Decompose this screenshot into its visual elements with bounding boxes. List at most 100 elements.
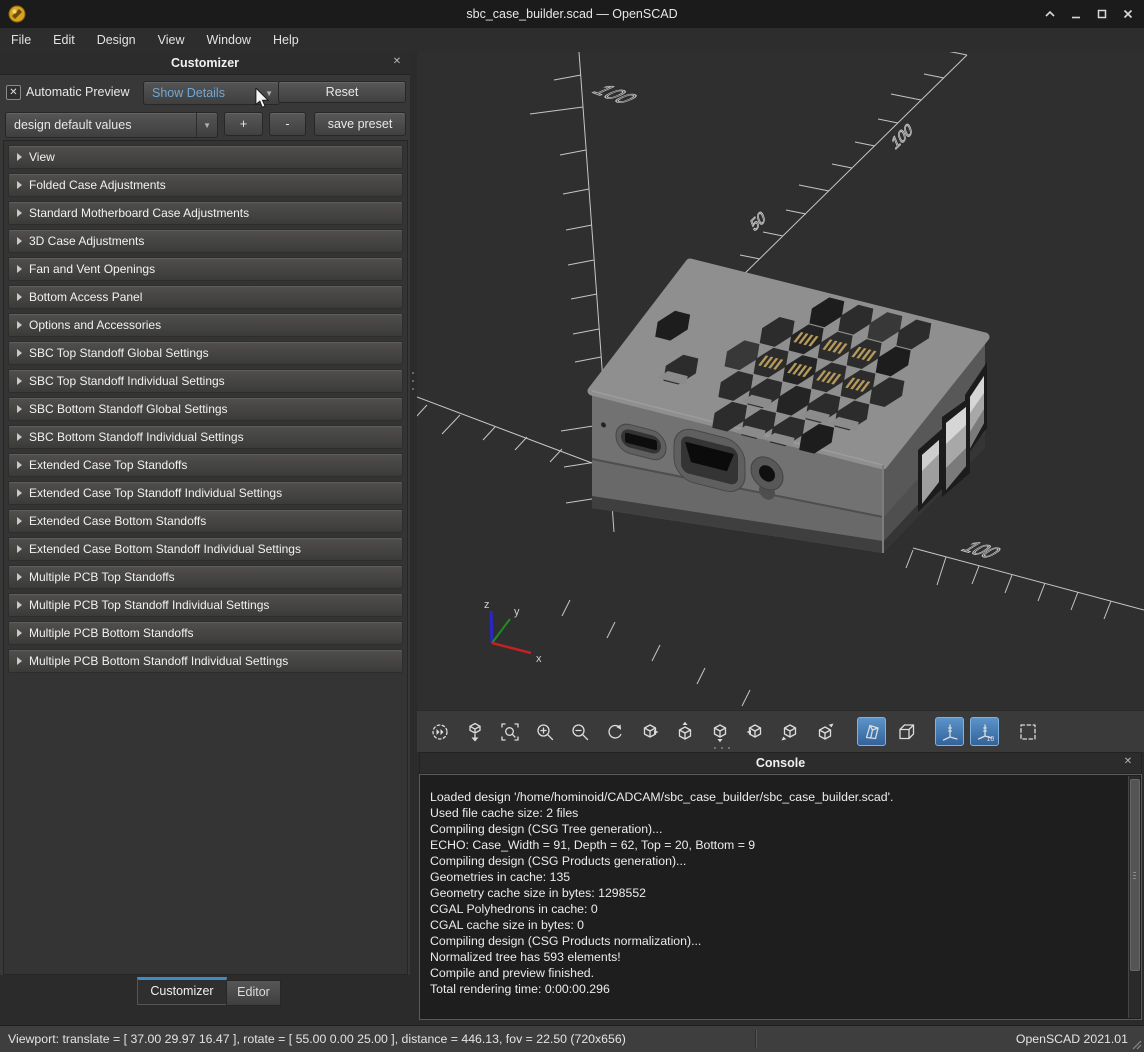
reset-button[interactable]: Reset [278, 81, 406, 103]
section-extended-case-bottom-standoff-individual[interactable]: Extended Case Bottom Standoff Individual… [8, 537, 403, 561]
viewport-toolbar: 10 [417, 710, 1144, 752]
view-left-button[interactable] [740, 717, 769, 746]
title-bar[interactable]: sbc_case_builder.scad — OpenSCAD [0, 0, 1144, 29]
menu-design[interactable]: Design [86, 28, 147, 52]
console-line: Used file cache size: 2 files [430, 805, 1119, 821]
section-extended-case-top-standoffs[interactable]: Extended Case Top Standoffs [8, 453, 403, 477]
view-all-bounds-button[interactable] [1013, 717, 1042, 746]
section-options-and-accessories[interactable]: Options and Accessories [8, 313, 403, 337]
reset-view-button[interactable] [460, 717, 489, 746]
expand-arrow-icon [17, 265, 22, 273]
console-close-icon[interactable]: ✕ [1121, 755, 1135, 769]
section-3d-case-adjustments[interactable]: 3D Case Adjustments [8, 229, 403, 253]
shade-window-icon[interactable] [1044, 8, 1056, 20]
expand-arrow-icon [17, 209, 22, 217]
zoom-out-button[interactable] [565, 717, 594, 746]
ruler-label-z: 100 [586, 82, 646, 107]
ruler-label-y-mid: 50 [749, 208, 768, 236]
view-all-button[interactable] [425, 717, 454, 746]
status-separator [755, 1030, 757, 1048]
section-multiple-pcb-bottom-standoffs[interactable]: Multiple PCB Bottom Standoffs [8, 621, 403, 645]
expand-arrow-icon [17, 237, 22, 245]
tab-customizer[interactable]: Customizer [137, 977, 227, 1005]
expand-arrow-icon [17, 517, 22, 525]
show-scale-markers-icon: 10 [974, 721, 996, 743]
window-title: sbc_case_builder.scad — OpenSCAD [0, 0, 1144, 28]
section-sbc-top-standoff-global[interactable]: SBC Top Standoff Global Settings [8, 341, 403, 365]
view-right-button[interactable] [635, 717, 664, 746]
expand-arrow-icon [17, 545, 22, 553]
section-sbc-top-standoff-individual[interactable]: SBC Top Standoff Individual Settings [8, 369, 403, 393]
orthogonal-view-icon [896, 721, 918, 743]
section-sbc-bottom-standoff-individual[interactable]: SBC Bottom Standoff Individual Settings [8, 425, 403, 449]
view-front-icon [779, 721, 801, 743]
section-sbc-bottom-standoff-global[interactable]: SBC Bottom Standoff Global Settings [8, 397, 403, 421]
console-line: Compiling design (CSG Products generatio… [430, 853, 1119, 869]
3d-viewport[interactable]: 100 100 50 100 [417, 52, 1144, 710]
zoom-selection-button[interactable] [495, 717, 524, 746]
close-window-icon[interactable] [1122, 8, 1134, 20]
add-preset-button[interactable]: + [224, 112, 263, 136]
console-line: Compile and preview finished. [430, 965, 1119, 981]
section-bottom-access-panel[interactable]: Bottom Access Panel [8, 285, 403, 309]
menu-help[interactable]: Help [262, 28, 310, 52]
section-extended-case-bottom-standoffs[interactable]: Extended Case Bottom Standoffs [8, 509, 403, 533]
menu-edit[interactable]: Edit [42, 28, 86, 52]
show-crosshairs-button[interactable] [935, 717, 964, 746]
section-folded-case-adjustments[interactable]: Folded Case Adjustments [8, 173, 403, 197]
show-scale-markers-button[interactable]: 10 [970, 717, 999, 746]
menu-bar: File Edit Design View Window Help [0, 28, 1144, 53]
section-fan-and-vent-openings[interactable]: Fan and Vent Openings [8, 257, 403, 281]
customizer-header: Customizer ✕ [0, 52, 410, 75]
minimize-window-icon[interactable] [1070, 8, 1082, 20]
3d-scene: 100 100 50 100 [417, 52, 1144, 710]
axis-z-label: z [484, 599, 490, 611]
console-scrollbar[interactable] [1128, 776, 1140, 1018]
expand-arrow-icon [17, 573, 22, 581]
resize-grip[interactable] [1130, 1038, 1142, 1050]
view-bottom-button[interactable] [705, 717, 734, 746]
section-multiple-pcb-top-standoff-individual[interactable]: Multiple PCB Top Standoff Individual Set… [8, 593, 403, 617]
view-top-button[interactable] [670, 717, 699, 746]
automatic-preview-checkbox[interactable]: ✕ [6, 85, 21, 100]
save-preset-button[interactable]: save preset [314, 112, 406, 136]
console-header[interactable]: Console ✕ [419, 752, 1142, 774]
preset-dropdown[interactable]: design default values ▼ [5, 112, 218, 138]
console-title: Console [420, 753, 1141, 775]
zoom-in-icon [534, 721, 556, 743]
openscad-window: sbc_case_builder.scad — OpenSCAD File Ed… [0, 0, 1144, 1052]
axis-y-label: y [514, 606, 520, 618]
svg-text:10: 10 [986, 736, 994, 743]
console-scrollbar-thumb[interactable] [1130, 779, 1140, 971]
customizer-close-icon[interactable]: ✕ [390, 55, 404, 69]
panel-splitter[interactable] [410, 52, 417, 1025]
console-log[interactable]: Loaded design '/home/hominoid/CADCAM/sbc… [419, 774, 1142, 1020]
menu-file[interactable]: File [0, 28, 42, 52]
tab-editor[interactable]: Editor [226, 980, 281, 1006]
section-standard-motherboard-case-adjustments[interactable]: Standard Motherboard Case Adjustments [8, 201, 403, 225]
section-multiple-pcb-top-standoffs[interactable]: Multiple PCB Top Standoffs [8, 565, 403, 589]
menu-window[interactable]: Window [196, 28, 262, 52]
show-details-value: Show Details [152, 86, 225, 100]
axis-indicator: z y x [484, 599, 542, 665]
show-crosshairs-icon [939, 721, 961, 743]
view-back-button[interactable] [810, 717, 839, 746]
view-right-icon [639, 721, 661, 743]
console-splitter-grip[interactable] [714, 747, 730, 749]
remove-preset-button[interactable]: - [269, 112, 306, 136]
perspective-view-button[interactable] [857, 717, 886, 746]
expand-arrow-icon [17, 657, 22, 665]
view-front-button[interactable] [775, 717, 804, 746]
zoom-in-button[interactable] [530, 717, 559, 746]
reset-rotation-button[interactable] [600, 717, 629, 746]
section-view[interactable]: View [8, 145, 403, 169]
zoom-selection-icon [499, 721, 521, 743]
section-multiple-pcb-bottom-standoff-individual[interactable]: Multiple PCB Bottom Standoff Individual … [8, 649, 403, 673]
console-line: Geometry cache size in bytes: 1298552 [430, 885, 1119, 901]
maximize-window-icon[interactable] [1096, 8, 1108, 20]
section-extended-case-top-standoff-individual[interactable]: Extended Case Top Standoff Individual Se… [8, 481, 403, 505]
expand-arrow-icon [17, 321, 22, 329]
customizer-panel: Customizer ✕ ✕ Automatic Preview Show De… [0, 52, 410, 975]
orthogonal-view-button[interactable] [892, 717, 921, 746]
menu-view[interactable]: View [147, 28, 196, 52]
